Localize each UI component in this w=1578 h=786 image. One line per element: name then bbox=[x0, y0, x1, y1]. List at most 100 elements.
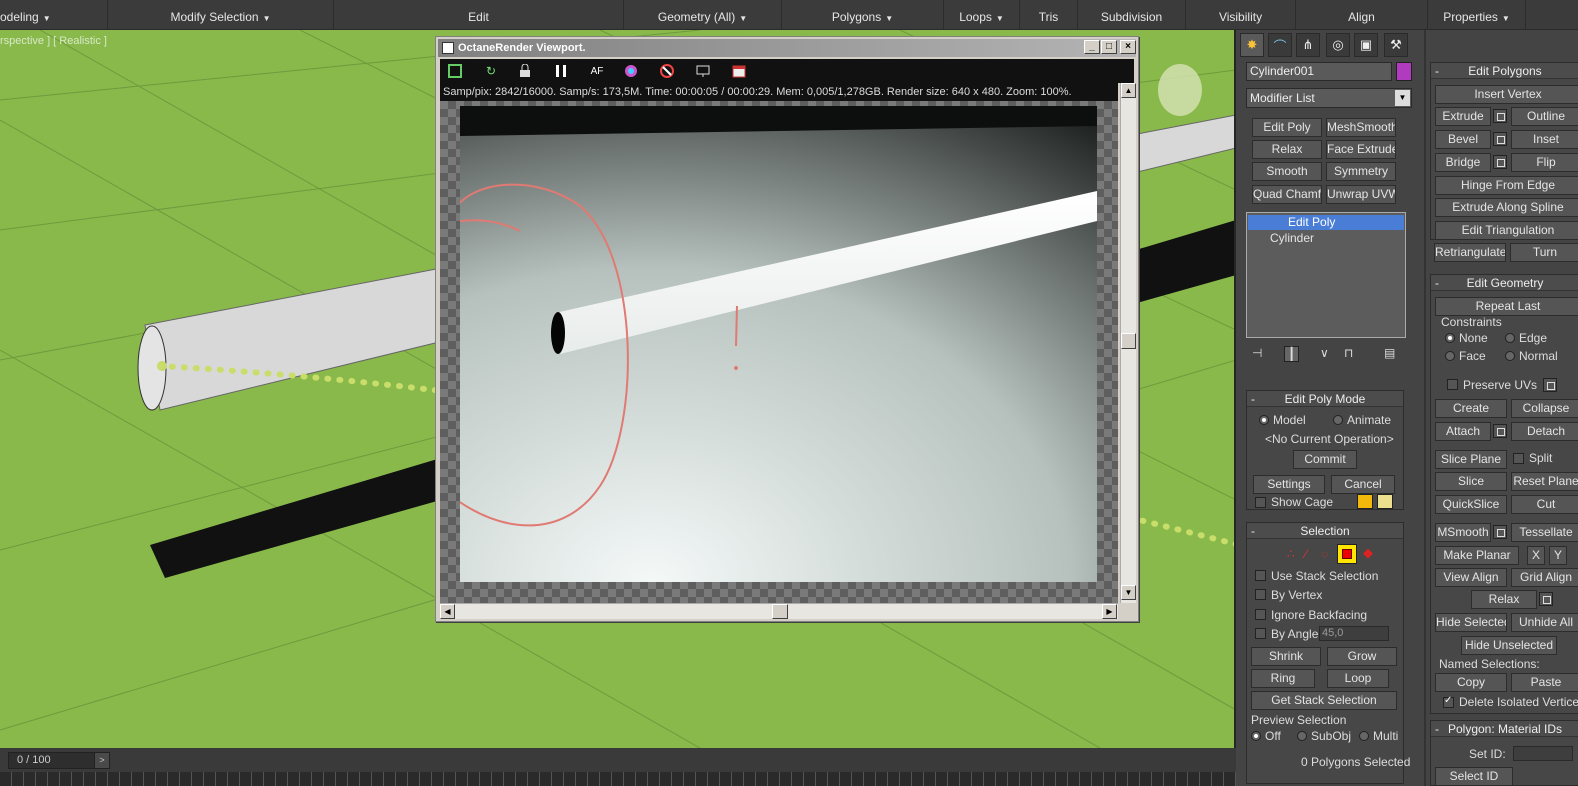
outline-button[interactable]: Outline bbox=[1511, 107, 1578, 126]
repeat-last-button[interactable]: Repeat Last bbox=[1435, 297, 1578, 316]
ribbon-subdivision[interactable]: Subdivision bbox=[1078, 0, 1186, 30]
preserve-uvs-settings-icon[interactable] bbox=[1543, 378, 1557, 392]
settings-button[interactable]: Settings bbox=[1253, 475, 1325, 494]
viewport-label[interactable]: rspective ] [ Realistic ] bbox=[0, 35, 107, 47]
mod-meshsmooth-button[interactable]: MeshSmooth bbox=[1326, 118, 1396, 137]
inset-button[interactable]: Inset bbox=[1511, 130, 1578, 149]
msmooth-button[interactable]: MSmooth bbox=[1435, 523, 1491, 542]
edit-triangulation-button[interactable]: Edit Triangulation bbox=[1435, 221, 1578, 240]
slice-button[interactable]: Slice bbox=[1435, 472, 1507, 491]
constraint-face-radio[interactable] bbox=[1445, 351, 1455, 361]
border-mode-icon[interactable]: ◌ bbox=[1321, 547, 1328, 561]
detach-button[interactable]: Detach bbox=[1511, 422, 1578, 441]
mod-symmetry-button[interactable]: Symmetry bbox=[1326, 162, 1396, 181]
attach-button[interactable]: Attach bbox=[1435, 422, 1491, 441]
make-planar-button[interactable]: Make Planar bbox=[1435, 546, 1519, 565]
ribbon-edit[interactable]: Edit bbox=[334, 0, 624, 30]
motion-tab-icon[interactable]: ◎ bbox=[1326, 33, 1350, 57]
ribbon-modeling[interactable]: odeling ▼ bbox=[0, 0, 108, 30]
msmooth-settings-icon[interactable] bbox=[1493, 525, 1507, 539]
preview-multi-radio[interactable] bbox=[1359, 731, 1369, 741]
scroll-right-button[interactable]: ▶ bbox=[1102, 604, 1117, 619]
ribbon-visibility[interactable]: Visibility bbox=[1186, 0, 1296, 30]
model-radio[interactable] bbox=[1259, 415, 1269, 425]
mod-face-extrude-button[interactable]: Face Extrude bbox=[1326, 140, 1396, 159]
bridge-settings-icon[interactable] bbox=[1493, 155, 1507, 169]
modifier-stack[interactable]: Edit Poly Cylinder bbox=[1246, 212, 1406, 338]
select-id-button[interactable]: Select ID bbox=[1435, 767, 1513, 786]
delete-isolated-checkbox[interactable] bbox=[1443, 695, 1454, 708]
time-counter[interactable]: 0 / 100 bbox=[8, 752, 100, 769]
mod-quad-chamfer-button[interactable]: Quad Chamfer bbox=[1252, 185, 1322, 204]
utilities-tab-icon[interactable]: ⚒ bbox=[1384, 33, 1408, 57]
ignore-backfacing-checkbox[interactable] bbox=[1255, 609, 1266, 620]
stack-item-cylinder[interactable]: Cylinder bbox=[1248, 231, 1404, 246]
preview-subobj-radio[interactable] bbox=[1297, 731, 1307, 741]
polygon-mode-icon[interactable] bbox=[1337, 544, 1357, 564]
set-id-spinner[interactable] bbox=[1513, 746, 1573, 761]
maximize-button[interactable]: □ bbox=[1101, 40, 1117, 54]
get-stack-selection-button[interactable]: Get Stack Selection bbox=[1251, 691, 1397, 710]
extrude-settings-icon[interactable] bbox=[1493, 109, 1507, 123]
scroll-left-button[interactable]: ◀ bbox=[440, 604, 455, 619]
modify-tab-icon[interactable]: ⌒ bbox=[1268, 33, 1292, 57]
display-tab-icon[interactable]: ▣ bbox=[1354, 33, 1378, 57]
create-tab-icon[interactable]: ✸ bbox=[1240, 33, 1264, 57]
mod-relax-button[interactable]: Relax bbox=[1252, 140, 1322, 159]
constraint-none-radio[interactable] bbox=[1445, 333, 1455, 343]
stop-icon[interactable] bbox=[658, 62, 676, 80]
loop-button[interactable]: Loop bbox=[1327, 669, 1389, 688]
bridge-button[interactable]: Bridge bbox=[1435, 153, 1491, 172]
display-icon[interactable] bbox=[694, 62, 712, 80]
element-mode-icon[interactable]: ◆ bbox=[1363, 545, 1373, 561]
horizontal-scroll-thumb[interactable] bbox=[772, 604, 788, 619]
next-frame-button[interactable]: > bbox=[94, 752, 110, 769]
hide-unselected-button[interactable]: Hide Unselected bbox=[1461, 636, 1557, 655]
collapse-button[interactable]: Collapse bbox=[1511, 399, 1578, 418]
edit-polygons-header[interactable]: - Edit Polygons bbox=[1431, 63, 1578, 79]
edit-geometry-header[interactable]: - Edit Geometry bbox=[1431, 275, 1578, 291]
hierarchy-tab-icon[interactable]: ⋔ bbox=[1296, 33, 1320, 57]
grow-button[interactable]: Grow bbox=[1327, 647, 1397, 666]
make-unique-icon[interactable]: ∨ bbox=[1320, 346, 1329, 360]
insert-vertex-button[interactable]: Insert Vertex bbox=[1435, 85, 1578, 104]
unhide-all-button[interactable]: Unhide All bbox=[1511, 613, 1578, 632]
quickslice-button[interactable]: QuickSlice bbox=[1435, 495, 1507, 514]
scroll-up-button[interactable]: ▲ bbox=[1121, 83, 1136, 98]
mod-unwrap-uvw-button[interactable]: Unwrap UVW bbox=[1326, 185, 1396, 204]
cut-button[interactable]: Cut bbox=[1511, 495, 1578, 514]
planar-x-button[interactable]: X bbox=[1527, 546, 1545, 565]
commit-button[interactable]: Commit bbox=[1293, 450, 1357, 469]
turn-button[interactable]: Turn bbox=[1510, 243, 1578, 262]
mod-edit-poly-button[interactable]: Edit Poly bbox=[1252, 118, 1322, 137]
color-wheel-icon[interactable] bbox=[622, 62, 640, 80]
lock-icon[interactable] bbox=[516, 62, 534, 80]
by-vertex-checkbox[interactable] bbox=[1255, 589, 1266, 600]
grid-align-button[interactable]: Grid Align bbox=[1511, 568, 1578, 587]
paste-button[interactable]: Paste bbox=[1511, 673, 1578, 692]
bevel-button[interactable]: Bevel bbox=[1435, 130, 1491, 149]
preserve-uvs-checkbox[interactable] bbox=[1447, 379, 1458, 390]
reset-plane-button[interactable]: Reset Plane bbox=[1511, 472, 1578, 491]
ribbon-modify-selection[interactable]: Modify Selection ▼ bbox=[108, 0, 334, 30]
copy-button[interactable]: Copy bbox=[1435, 673, 1507, 692]
constraint-edge-radio[interactable] bbox=[1505, 333, 1515, 343]
cancel-button[interactable]: Cancel bbox=[1331, 475, 1395, 494]
vertex-mode-icon[interactable]: ∴ bbox=[1287, 547, 1295, 561]
preview-off-radio[interactable] bbox=[1251, 731, 1261, 741]
use-stack-selection-checkbox[interactable] bbox=[1255, 570, 1266, 581]
pause-icon[interactable] bbox=[552, 62, 570, 80]
retriangulate-button[interactable]: Retriangulate bbox=[1434, 243, 1506, 262]
configure-sets-icon[interactable]: ▤ bbox=[1384, 346, 1395, 360]
focus-picker-icon[interactable]: AF bbox=[588, 62, 606, 80]
edge-mode-icon[interactable]: ⁄ bbox=[1305, 547, 1307, 561]
split-checkbox[interactable] bbox=[1513, 453, 1524, 464]
ribbon-geometry[interactable]: Geometry (All) ▼ bbox=[624, 0, 782, 30]
ring-button[interactable]: Ring bbox=[1251, 669, 1315, 688]
time-track[interactable] bbox=[0, 772, 1236, 786]
create-button[interactable]: Create bbox=[1435, 399, 1507, 418]
animate-radio[interactable] bbox=[1333, 415, 1343, 425]
hinge-from-edge-button[interactable]: Hinge From Edge bbox=[1435, 176, 1578, 195]
remove-modifier-icon[interactable]: ⊓ bbox=[1344, 346, 1353, 360]
show-end-result-icon[interactable]: ┃ bbox=[1284, 346, 1300, 362]
